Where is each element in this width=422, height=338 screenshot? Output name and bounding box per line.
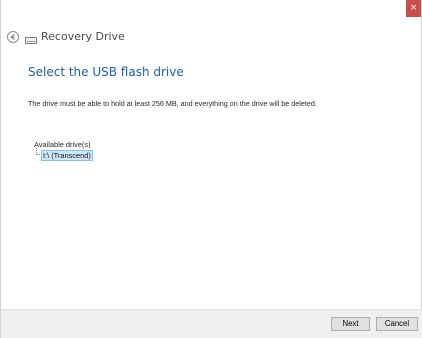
instructions-text: The drive must be able to hold at least … [28,99,317,108]
cancel-button[interactable]: Cancel [376,317,418,331]
recovery-drive-window: × Recovery Drive Select the USB flash dr… [0,0,422,338]
back-button[interactable] [7,31,19,43]
page-heading: Select the USB flash drive [28,65,184,79]
next-button[interactable]: Next [331,317,370,331]
close-button[interactable]: × [406,0,421,17]
window-title: Recovery Drive [41,30,125,43]
available-drives-label: Available drive(s) [34,140,91,149]
footer-bar: Next Cancel [1,309,422,338]
drive-icon [25,37,37,44]
title-bar: Recovery Drive [1,26,422,54]
drive-item-transcend[interactable]: I:\ (Transcend) [41,150,93,161]
